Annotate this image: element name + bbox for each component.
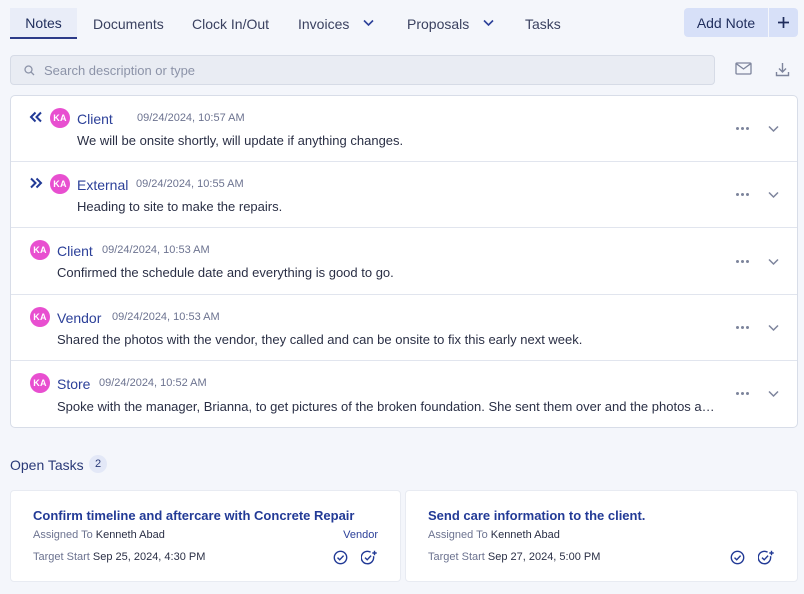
- note-timestamp: 09/24/2024, 10:57 AM: [137, 112, 245, 124]
- tab-label: Proposals: [407, 15, 470, 32]
- search-bar: [10, 55, 715, 85]
- search-icon: [24, 64, 35, 76]
- note-text: We will be onsite shortly, will update i…: [77, 133, 404, 148]
- tab-documents[interactable]: Documents: [93, 8, 164, 39]
- tab-label: Invoices: [298, 15, 350, 32]
- target-start-date: Sep 27, 2024, 5:00 PM: [487, 551, 601, 563]
- tab-tasks[interactable]: Tasks: [525, 8, 561, 39]
- assignee-name: Kenneth Abad: [490, 529, 560, 541]
- avatar: KA: [50, 174, 70, 194]
- task-card[interactable]: Send care information to the client. Ass…: [405, 490, 798, 582]
- tab-proposals[interactable]: Proposals: [407, 8, 494, 39]
- more-options-icon[interactable]: [736, 193, 749, 196]
- more-options-icon[interactable]: [736, 260, 749, 263]
- note-type: Client: [77, 111, 113, 127]
- more-options-icon[interactable]: [736, 392, 749, 395]
- open-tasks-title: Open Tasks: [10, 457, 84, 473]
- avatar: KA: [50, 108, 70, 128]
- task-title[interactable]: Send care information to the client.: [428, 508, 645, 523]
- note-item[interactable]: KA External 09/24/2024, 10:55 AM Heading…: [11, 162, 797, 228]
- download-icon[interactable]: [775, 62, 790, 77]
- chevron-down-icon: [483, 19, 494, 29]
- note-item[interactable]: KA Client 09/24/2024, 10:57 AM We will b…: [11, 96, 797, 162]
- task-target-start: Target Start Sep 27, 2024, 5:00 PM: [428, 551, 600, 563]
- note-item[interactable]: KA Client 09/24/2024, 10:53 AM Confirmed…: [11, 228, 797, 295]
- note-timestamp: 09/24/2024, 10:53 AM: [102, 244, 210, 256]
- task-actions: [730, 550, 775, 565]
- avatar: KA: [30, 307, 50, 327]
- tab-label: Notes: [25, 14, 62, 31]
- note-text: Shared the photos with the vendor, they …: [57, 332, 583, 347]
- assigned-label: Assigned To: [33, 529, 93, 541]
- note-timestamp: 09/24/2024, 10:55 AM: [136, 178, 244, 190]
- note-text: Heading to site to make the repairs.: [77, 199, 283, 214]
- note-type: Vendor: [57, 310, 102, 326]
- tab-label: Tasks: [525, 15, 561, 32]
- chevron-down-icon: [363, 19, 374, 29]
- note-text: Confirmed the schedule date and everythi…: [57, 265, 394, 280]
- more-options-icon[interactable]: [736, 127, 749, 130]
- task-assigned-to: Assigned To Kenneth Abad: [33, 529, 165, 541]
- avatar: KA: [30, 240, 50, 260]
- complete-and-add-icon[interactable]: [361, 550, 378, 565]
- double-chevron-right-icon: [29, 177, 43, 189]
- complete-check-icon[interactable]: [730, 550, 745, 565]
- mail-icon[interactable]: [735, 62, 752, 75]
- note-timestamp: 09/24/2024, 10:53 AM: [112, 311, 220, 323]
- assigned-label: Assigned To: [428, 529, 488, 541]
- chevron-down-icon[interactable]: [768, 258, 779, 266]
- complete-and-add-icon[interactable]: [758, 550, 775, 565]
- add-note-button-group: Add Note: [684, 8, 798, 37]
- chevron-down-icon[interactable]: [768, 191, 779, 199]
- target-start-date: Sep 25, 2024, 4:30 PM: [92, 551, 206, 563]
- avatar: KA: [30, 373, 50, 393]
- target-label: Target Start: [428, 551, 485, 563]
- tab-invoices[interactable]: Invoices: [298, 8, 374, 39]
- task-type-tag: Vendor: [343, 529, 378, 541]
- open-tasks-count-badge: 2: [89, 455, 107, 473]
- plus-icon: [777, 16, 790, 29]
- task-card[interactable]: Confirm timeline and aftercare with Conc…: [10, 490, 401, 582]
- note-type: Store: [57, 376, 91, 392]
- search-input[interactable]: [44, 62, 684, 78]
- tab-notes[interactable]: Notes: [10, 8, 77, 39]
- double-chevron-left-icon: [29, 111, 43, 123]
- assignee-name: Kenneth Abad: [95, 529, 165, 541]
- chevron-down-icon[interactable]: [768, 324, 779, 332]
- target-label: Target Start: [33, 551, 90, 563]
- note-item[interactable]: KA Vendor 09/24/2024, 10:53 AM Shared th…: [11, 295, 797, 361]
- chevron-down-icon[interactable]: [768, 125, 779, 133]
- task-title[interactable]: Confirm timeline and aftercare with Conc…: [33, 508, 354, 523]
- more-options-icon[interactable]: [736, 326, 749, 329]
- task-assigned-to: Assigned To Kenneth Abad: [428, 529, 560, 541]
- tab-clock-in-out[interactable]: Clock In/Out: [192, 8, 269, 39]
- note-type: Client: [57, 243, 93, 259]
- notes-list: KA Client 09/24/2024, 10:57 AM We will b…: [10, 95, 798, 428]
- note-type: External: [77, 177, 129, 193]
- complete-check-icon[interactable]: [333, 550, 348, 565]
- add-note-plus-button[interactable]: [769, 8, 798, 37]
- note-text: Spoke with the manager, Brianna, to get …: [57, 399, 717, 414]
- task-actions: [333, 550, 378, 565]
- tab-label: Documents: [93, 15, 164, 32]
- tab-label: Clock In/Out: [192, 15, 270, 32]
- note-item[interactable]: KA Store 09/24/2024, 10:52 AM Spoke with…: [11, 361, 797, 427]
- task-target-start: Target Start Sep 25, 2024, 4:30 PM: [33, 551, 205, 563]
- note-timestamp: 09/24/2024, 10:52 AM: [99, 377, 207, 389]
- chevron-down-icon[interactable]: [768, 390, 779, 398]
- add-note-button[interactable]: Add Note: [684, 8, 769, 37]
